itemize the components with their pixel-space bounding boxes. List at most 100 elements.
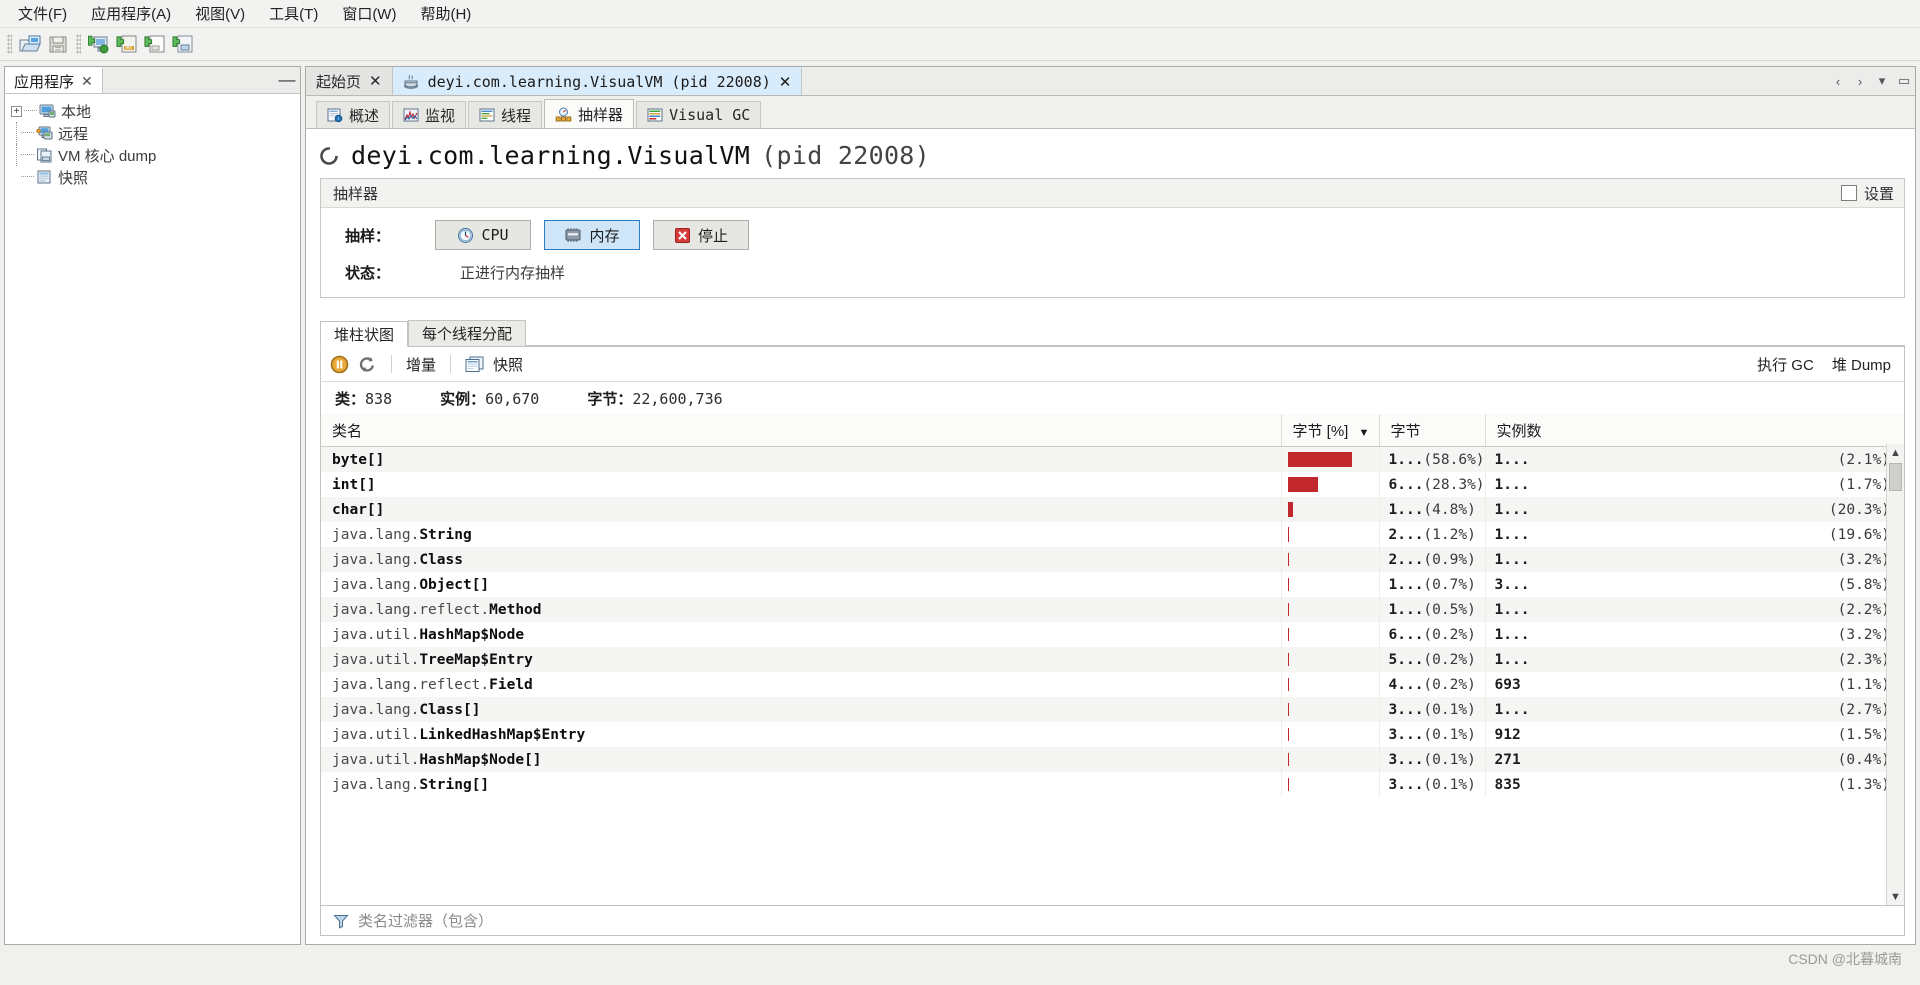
tree-vline [16, 122, 17, 144]
add-jmx-connection-icon[interactable]: JMX [114, 31, 140, 57]
tree-node-remote[interactable]: 远程 [11, 122, 300, 144]
toolbar-grip[interactable] [7, 34, 12, 54]
cell-bytes: 3... (0.1%) [1379, 697, 1486, 722]
bytes-percent-bar [1287, 502, 1293, 518]
table-row[interactable]: java.lang.reflect.Method 1... (0.5%) 1... (2… [321, 597, 1904, 622]
tab-visual-gc[interactable]: Visual GC [636, 101, 762, 128]
table-row[interactable]: int[] 6... (28.3%) 1... (1.7%) [321, 472, 1904, 497]
cell-bytes: 1... (58.6%) [1379, 446, 1486, 472]
bytes-percent-bar [1287, 653, 1289, 667]
classes-count: 类：838 [335, 388, 392, 409]
scrollbar-thumb[interactable] [1889, 463, 1902, 491]
table-row[interactable]: java.util.LinkedHashMap$Entry 3... (0.1%) 9… [321, 722, 1904, 747]
snapshot-button[interactable]: 快照 [493, 354, 523, 375]
tab-sampler[interactable]: 抽样器 [544, 99, 635, 128]
menu-item-applications[interactable]: 应用程序(A) [79, 0, 183, 27]
perform-gc-button[interactable]: 执行 GC [1757, 354, 1814, 375]
table-row[interactable]: java.lang.String 2... (1.2%) 1... (19.6%) [321, 522, 1904, 547]
clock-icon [457, 227, 474, 244]
stop-sample-button[interactable]: 停止 [653, 220, 749, 250]
delta-button[interactable]: 增量 [406, 354, 436, 375]
column-header-class-name[interactable]: 类名 [321, 414, 1282, 447]
expander-icon[interactable]: + [11, 105, 22, 117]
menu-item-file[interactable]: 文件(F) [6, 0, 79, 27]
cell-instances-value: 1... [1494, 476, 1530, 493]
snapshot-doc-icon[interactable] [465, 356, 484, 373]
cell-bytes: 2... (1.2%) [1379, 522, 1486, 547]
table-row[interactable]: java.lang.String[] 3... (0.1%) 835 (1.3%) [321, 772, 1904, 797]
scroll-down-icon[interactable]: ▼ [1887, 888, 1904, 905]
tree-node-snapshots[interactable]: 快照 [11, 166, 300, 188]
cell-bytes-bar [1281, 522, 1380, 547]
settings-checkbox[interactable] [1840, 185, 1857, 201]
close-icon[interactable]: ✕ [369, 72, 382, 90]
class-name-filter[interactable]: 类名过滤器（包含） [320, 906, 1905, 936]
table-row[interactable]: char[] 1... (4.8%) 1... (20.3%) [321, 497, 1904, 522]
cell-bytes: 3... (0.1%) [1379, 747, 1486, 772]
tab-per-thread-allocations[interactable]: 每个线程分配 [408, 320, 527, 346]
cell-class-name: java.lang.String [321, 522, 1282, 547]
cell-class-name: byte[] [321, 446, 1282, 472]
tree-node-vm-coredump[interactable]: VM 核心 dump [11, 144, 300, 166]
maximize-icon[interactable]: ▭ [1893, 67, 1915, 95]
add-remote-host-icon[interactable] [86, 31, 112, 57]
scroll-left-icon[interactable]: ‹ [1827, 67, 1849, 95]
tab-overview[interactable]: i 概述 [316, 101, 391, 128]
table-row[interactable]: byte[] 1... (58.6%) 1... (2.1%) [321, 446, 1904, 472]
tab-heap-histogram[interactable]: 堆柱状图 [320, 321, 409, 347]
cell-class-name: java.lang.Class [321, 547, 1282, 572]
column-header-bytes-percent[interactable]: 字节 [%] ▼ [1281, 414, 1380, 447]
minimize-icon[interactable]: — [274, 67, 300, 93]
save-icon[interactable] [45, 31, 71, 57]
tab-list-dropdown-icon[interactable]: ▾ [1871, 67, 1893, 95]
memory-sample-button[interactable]: 内存 [544, 220, 640, 250]
heap-dump-button[interactable]: 堆 Dump [1832, 354, 1891, 375]
class-package: java.util. [332, 626, 420, 643]
menu-item-window[interactable]: 窗口(W) [330, 0, 408, 27]
pause-icon[interactable] [330, 355, 349, 374]
table-row[interactable]: java.util.HashMap$Node[] 3... (0.1%) 271 (0.… [321, 747, 1904, 772]
settings-label[interactable]: 设置 [1864, 183, 1894, 204]
table-row[interactable]: java.util.HashMap$Node 6... (0.2%) 1... (3.2… [321, 622, 1904, 647]
table-row[interactable]: java.util.TreeMap$Entry 5... (0.2%) 1... (2.… [321, 647, 1904, 672]
cell-instances-value: 1... [1494, 626, 1530, 643]
cell-bytes-bar [1281, 446, 1380, 472]
close-icon[interactable]: ✕ [81, 73, 93, 90]
menu-item-view[interactable]: 视图(V) [183, 0, 257, 27]
column-header-instances[interactable]: 实例数 [1485, 414, 1904, 447]
tab-threads[interactable]: 线程 [468, 101, 543, 128]
document-tab-visualvm[interactable]: deyi.com.learning.VisualVM (pid 22008) ✕ [392, 67, 803, 95]
add-vm-coredump-icon[interactable] [170, 31, 196, 57]
cell-bytes-value: 2... [1388, 551, 1424, 568]
tab-monitor[interactable]: 监视 [392, 101, 467, 128]
close-icon[interactable]: ✕ [779, 73, 792, 91]
table-row[interactable]: java.lang.Object[] 1... (0.7%) 3... (5.8%) [321, 572, 1904, 597]
document-tab-startpage-label: 起始页 [316, 73, 362, 91]
scroll-right-icon[interactable]: › [1849, 67, 1871, 95]
cell-class-name: char[] [321, 497, 1282, 522]
scrollbar-track[interactable] [1889, 491, 1902, 888]
snapshot-icon [35, 169, 53, 185]
cell-instances-value: 1... [1494, 701, 1530, 718]
cell-instances: 1... (2.2%) [1485, 597, 1904, 622]
tab-applications[interactable]: 应用程序 ✕ [5, 67, 103, 93]
table-row[interactable]: java.lang.Class 2... (0.9%) 1... (3.2%) [321, 547, 1904, 572]
menu-item-tools[interactable]: 工具(T) [257, 0, 330, 27]
load-snapshot-icon[interactable] [142, 31, 168, 57]
cpu-sample-button[interactable]: CPU [435, 220, 531, 250]
toolbar-grip-2[interactable] [76, 34, 81, 54]
column-header-bytes[interactable]: 字节 [1379, 414, 1486, 447]
refresh-icon[interactable] [358, 355, 377, 374]
table-row[interactable]: java.lang.reflect.Field 4... (0.2%) 693 (1.1… [321, 672, 1904, 697]
tree-node-local[interactable]: + 本地 [11, 100, 300, 122]
scroll-up-icon[interactable]: ▲ [1887, 444, 1904, 461]
menu-bar: 文件(F) 应用程序(A) 视图(V) 工具(T) 窗口(W) 帮助(H) [0, 0, 1920, 28]
cell-bytes: 1... (0.7%) [1379, 572, 1486, 597]
cell-bytes: 1... (0.5%) [1379, 597, 1486, 622]
table-row[interactable]: java.lang.Class[] 3... (0.1%) 1... (2.7%) [321, 697, 1904, 722]
cell-bytes-bar [1281, 747, 1380, 772]
menu-item-help[interactable]: 帮助(H) [408, 0, 483, 27]
table-vertical-scrollbar[interactable]: ▲ ▼ [1886, 444, 1904, 905]
document-tab-startpage[interactable]: 起始页 ✕ [306, 67, 393, 95]
open-file-icon[interactable] [17, 31, 43, 57]
